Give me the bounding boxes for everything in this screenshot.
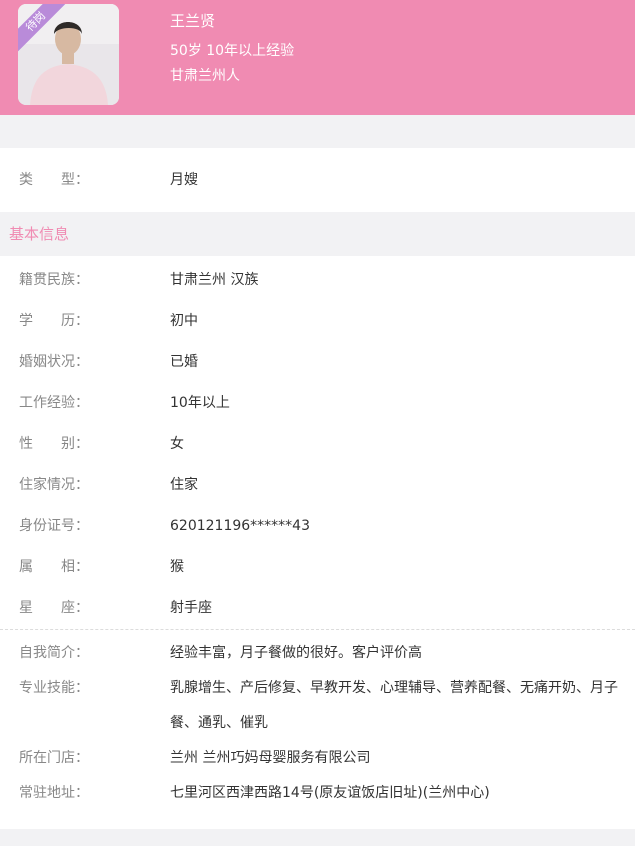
info-value: 甘肃兰州 汉族: [170, 272, 259, 288]
info-row: 身份证号： 620121196******43: [0, 506, 635, 547]
info-row: 婚姻状况： 已婚: [0, 342, 635, 383]
info-row: 星 座： 射手座: [0, 588, 635, 629]
profile-origin: 甘肃兰州人: [170, 68, 240, 84]
basic-info-block: 籍贯民族： 甘肃兰州 汉族 学 历： 初中 婚姻状况： 已婚 工作经验： 10年…: [0, 256, 635, 829]
info-label: 住家情况：: [19, 477, 89, 493]
info-row: 住家情况： 住家: [0, 465, 635, 506]
profile-header: 待岗 王兰贤 50岁 10年以上经验 甘肃兰州人: [0, 0, 635, 115]
detail-row: 自我简介： 经验丰富，月子餐做的很好。客户评价高: [0, 636, 635, 671]
info-value: 月嫂: [170, 172, 198, 188]
detail-row: 常驻地址： 七里河区西津西路14号(原友谊饭店旧址)(兰州中心): [0, 776, 635, 811]
info-row: 性 别： 女: [0, 424, 635, 465]
info-value: 初中: [170, 313, 198, 329]
info-value: 10年以上: [170, 395, 230, 411]
detail-value: 兰州 兰州巧妈母婴服务有限公司: [170, 750, 371, 766]
detail-value: 经验丰富，月子餐做的很好。客户评价高: [170, 645, 422, 661]
avatar[interactable]: 待岗: [18, 4, 119, 105]
detail-label: 专业技能：: [19, 680, 89, 696]
info-row: 属 相： 猴: [0, 547, 635, 588]
info-label: 婚姻状况：: [19, 354, 89, 370]
info-label: 身份证号：: [19, 518, 89, 534]
info-value: 猴: [170, 559, 184, 575]
info-label: 属 相：: [19, 559, 89, 575]
detail-label: 所在门店：: [19, 750, 89, 766]
info-row-type: 类 型： 月嫂: [0, 148, 635, 212]
detail-row: 所在门店： 兰州 兰州巧妈母婴服务有限公司: [0, 741, 635, 776]
profile-age-experience: 50岁 10年以上经验: [170, 43, 295, 59]
profile-name: 王兰贤: [170, 12, 216, 30]
info-row: 籍贯民族： 甘肃兰州 汉族: [0, 260, 635, 301]
section-title-basic: 基本信息: [0, 212, 635, 256]
info-label: 学 历：: [19, 313, 89, 329]
info-value: 已婚: [170, 354, 198, 370]
detail-row: 专业技能： 乳腺增生、产后修复、早教开发、心理辅导、营养配餐、无痛开奶、月子餐、…: [0, 671, 635, 741]
info-label: 籍贯民族：: [19, 272, 89, 288]
detail-value: 七里河区西津西路14号(原友谊饭店旧址)(兰州中心): [170, 785, 490, 801]
info-label: 星 座：: [19, 600, 89, 616]
info-label: 类 型：: [19, 172, 89, 188]
info-label: 性 别：: [19, 436, 89, 452]
detail-label: 常驻地址：: [19, 785, 89, 801]
info-value: 620121196******43: [170, 518, 310, 534]
info-value: 住家: [170, 477, 198, 493]
info-row: 学 历： 初中: [0, 301, 635, 342]
info-row: 工作经验： 10年以上: [0, 383, 635, 424]
detail-label: 自我简介：: [19, 645, 89, 661]
type-block: 类 型： 月嫂: [0, 148, 635, 212]
info-value: 女: [170, 436, 184, 452]
info-value: 射手座: [170, 600, 212, 616]
info-label: 工作经验：: [19, 395, 89, 411]
detail-value: 乳腺增生、产后修复、早教开发、心理辅导、营养配餐、无痛开奶、月子餐、通乳、催乳: [170, 680, 618, 731]
